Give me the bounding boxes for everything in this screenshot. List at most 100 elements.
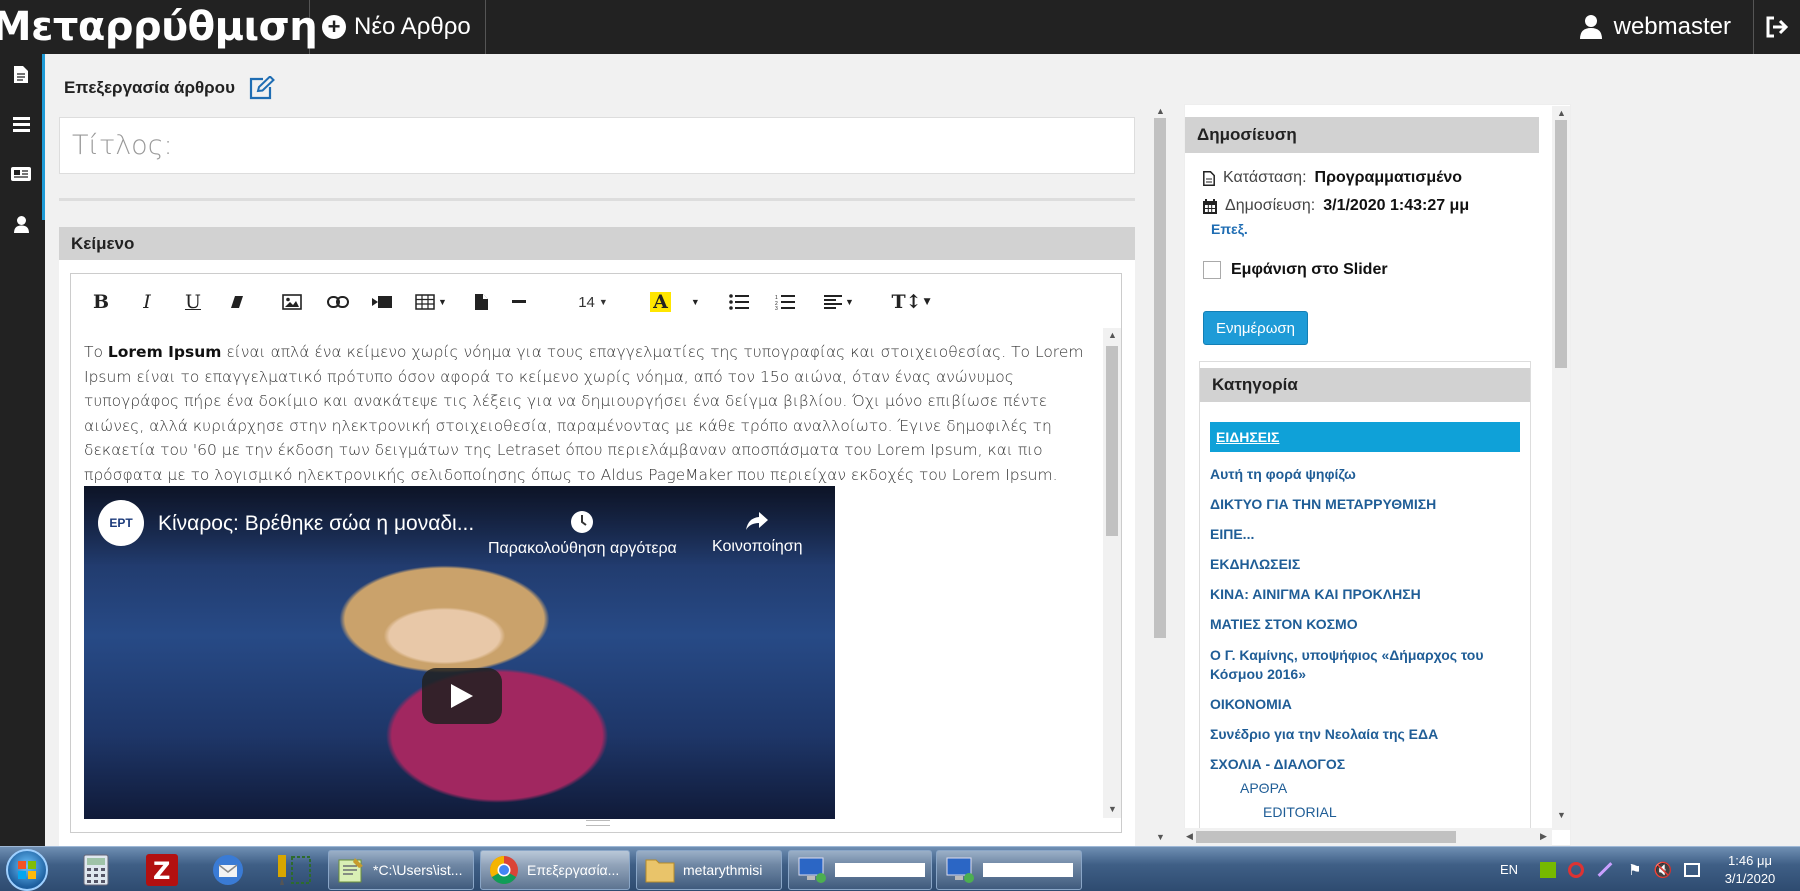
title-input[interactable] <box>59 117 1135 174</box>
underline-button[interactable]: U <box>181 290 205 314</box>
thunderbird-app[interactable] <box>204 851 252 889</box>
taskbar-task-chrome[interactable]: Επεξεργασία... <box>480 850 630 890</box>
taskbar-task-folder[interactable]: metarythmisi <box>636 850 782 890</box>
edit-date-link[interactable]: Επεξ. <box>1211 221 1248 237</box>
category-subitem[interactable]: EDITORIAL <box>1210 804 1520 820</box>
scroll-down-arrow[interactable]: ▼ <box>1156 832 1165 842</box>
scroll-up-arrow[interactable]: ▲ <box>1156 106 1165 116</box>
start-button[interactable] <box>6 849 48 891</box>
network-icon[interactable] <box>1684 862 1701 877</box>
table-dropdown[interactable]: ▼ <box>413 290 449 314</box>
italic-button[interactable]: I <box>135 290 159 314</box>
system-clock[interactable]: 1:46 μμ 3/1/2020 <box>1705 852 1795 888</box>
insert-video-button[interactable] <box>369 290 395 314</box>
scroll-left-arrow[interactable]: ◀ <box>1186 831 1193 842</box>
taskbar-task-editor[interactable]: *C:\Users\ist... <box>328 850 474 890</box>
body-text-start: Το <box>84 343 108 361</box>
category-item[interactable]: ΟΙΚΟΝΟΜΙΑ <box>1210 696 1520 712</box>
share-button[interactable]: Κοινοποίηση <box>712 512 803 556</box>
align-dropdown[interactable]: ▼ <box>821 290 857 314</box>
taskbar-task-remote-desktop-2[interactable] <box>936 850 1082 890</box>
brand-logo[interactable]: Μεταρρύθμιση <box>0 0 318 54</box>
tools-app[interactable] <box>270 851 318 889</box>
sidebar-item-users[interactable] <box>0 204 42 244</box>
channel-logo[interactable]: ΕΡΤ <box>98 500 144 546</box>
minus-icon <box>512 300 526 303</box>
scroll-right-arrow[interactable]: ▶ <box>1540 831 1547 842</box>
watch-later-button[interactable]: Παρακολούθηση αργότερα <box>488 511 677 558</box>
insert-link-button[interactable] <box>325 290 351 314</box>
share-label: Κοινοποίηση <box>712 538 803 555</box>
sidebar-item-menu[interactable] <box>0 104 42 144</box>
category-item[interactable]: ΕΙΠΕ... <box>1210 526 1520 542</box>
redacted-label <box>835 863 925 877</box>
insert-file-button[interactable] <box>469 290 493 314</box>
publish-date-row: Δημοσίευση: 3/1/2020 1:43:27 μμ <box>1203 197 1469 215</box>
horizontal-rule-button[interactable] <box>507 290 531 314</box>
tools-icon <box>278 855 311 885</box>
pen-icon[interactable] <box>1597 862 1613 877</box>
new-post-button[interactable]: + Νέο Αρθρο <box>310 0 486 54</box>
editor-resize-handle[interactable] <box>586 820 610 826</box>
bullet-list-button[interactable] <box>727 290 751 314</box>
logout-icon <box>1766 16 1789 38</box>
line-height-dropdown[interactable]: T↕ ▼ <box>892 290 931 314</box>
right-scroll-thumb[interactable] <box>1555 120 1567 368</box>
task-label: Επεξεργασία... <box>527 862 620 878</box>
category-item[interactable]: Ο Γ. Καμίνης, υποψήφιος «Δήμαρχος του Κό… <box>1210 646 1490 684</box>
text-panel-title: Κείμενο <box>71 233 135 253</box>
logout-button[interactable] <box>1754 0 1800 54</box>
main-scrollbar[interactable]: ▲ ▼ <box>1152 104 1168 846</box>
update-button[interactable]: Ενημέρωση <box>1203 311 1308 345</box>
main-scroll-thumb[interactable] <box>1154 118 1166 638</box>
sidebar-active-indicator <box>42 54 45 220</box>
taskbar-task-remote-desktop-1[interactable] <box>788 850 932 890</box>
video-title[interactable]: Κίναρος: Βρέθηκε σώα η μοναδι... <box>158 512 474 536</box>
scroll-down-arrow[interactable]: ▼ <box>1557 810 1566 820</box>
category-item[interactable]: ΜΑΤΙΕΣ ΣΤΟΝ ΚΟΣΜΟ <box>1210 616 1520 632</box>
flag-icon[interactable]: ⚑ <box>1628 861 1641 879</box>
category-item[interactable]: ΣΧΟΛΙΑ - ΔΙΑΛΟΓΟΣ <box>1210 756 1520 772</box>
bold-button[interactable]: B <box>89 290 113 314</box>
play-button[interactable] <box>422 668 502 724</box>
body-text-rest: είναι απλά ένα κείμενο χωρίς νόημα για τ… <box>84 343 1084 484</box>
font-size-dropdown[interactable]: 14 ▼ <box>573 290 613 314</box>
right-panel-scrollbar[interactable]: ▲ ▼ <box>1552 106 1570 830</box>
category-item[interactable]: Αυτή τη φορά ψηφίζω <box>1210 466 1520 482</box>
scroll-up-arrow[interactable]: ▲ <box>1557 108 1566 118</box>
embedded-video[interactable]: ΕΡΤ Κίναρος: Βρέθηκε σώα η μοναδι... Παρ… <box>84 486 835 819</box>
category-item[interactable]: ΕΙΔΗΣΕΙΣ <box>1210 422 1520 452</box>
user-menu[interactable]: webmaster <box>1558 0 1754 54</box>
editor-scrollbar[interactable]: ▲ ▼ <box>1103 328 1121 818</box>
text-color-button[interactable]: A ▼ <box>645 290 705 314</box>
filezilla-app[interactable]: Z <box>138 851 186 889</box>
insert-image-button[interactable] <box>279 290 305 314</box>
calculator-icon <box>83 854 109 886</box>
language-indicator[interactable]: EN <box>1500 862 1518 877</box>
right-hscroll-thumb[interactable] <box>1196 831 1456 843</box>
thunderbird-icon <box>213 855 243 885</box>
category-subitem[interactable]: ΑΡΘΡΑ <box>1210 780 1520 796</box>
numbered-list-button[interactable]: 123 <box>773 290 797 314</box>
italic-icon: I <box>143 291 151 313</box>
nvidia-icon[interactable] <box>1540 861 1557 878</box>
scroll-up-arrow[interactable]: ▲ <box>1108 330 1117 340</box>
category-item[interactable]: Συνέδριο για την Νεολαία της ΕΔΑ <box>1210 726 1520 742</box>
clear-format-button[interactable] <box>225 290 249 314</box>
slider-label: Εμφάνιση στο Slider <box>1231 261 1388 278</box>
sidebar-item-newspaper[interactable] <box>0 154 42 194</box>
volume-muted-icon[interactable]: 🔇 <box>1654 861 1673 879</box>
category-item[interactable]: ΕΚΔΗΛΩΣΕΙΣ <box>1210 556 1520 572</box>
right-panel-hscrollbar[interactable]: ◀ ▶ <box>1184 828 1552 846</box>
user-icon <box>13 215 29 233</box>
slider-checkbox[interactable] <box>1203 261 1221 279</box>
category-item[interactable]: ΚΙΝΑ: ΑΙΝΙΓΜΑ ΚΑΙ ΠΡΟΚΛΗΣΗ <box>1210 586 1520 602</box>
calculator-app[interactable] <box>72 851 120 889</box>
editor-content[interactable]: Το Lorem Ipsum είναι απλά ένα κείμενο χω… <box>84 340 1084 487</box>
scroll-down-arrow[interactable]: ▼ <box>1108 804 1117 814</box>
editor-scroll-thumb[interactable] <box>1106 346 1118 536</box>
category-item[interactable]: ΔΙΚΤΥΟ ΓΙΑ ΤΗΝ ΜΕΤΑΡΡΥΘΜΙΣΗ <box>1210 496 1520 512</box>
task-label: metarythmisi <box>683 862 763 878</box>
sidebar-item-articles[interactable] <box>0 54 42 94</box>
network-app-icon[interactable] <box>1568 861 1585 878</box>
